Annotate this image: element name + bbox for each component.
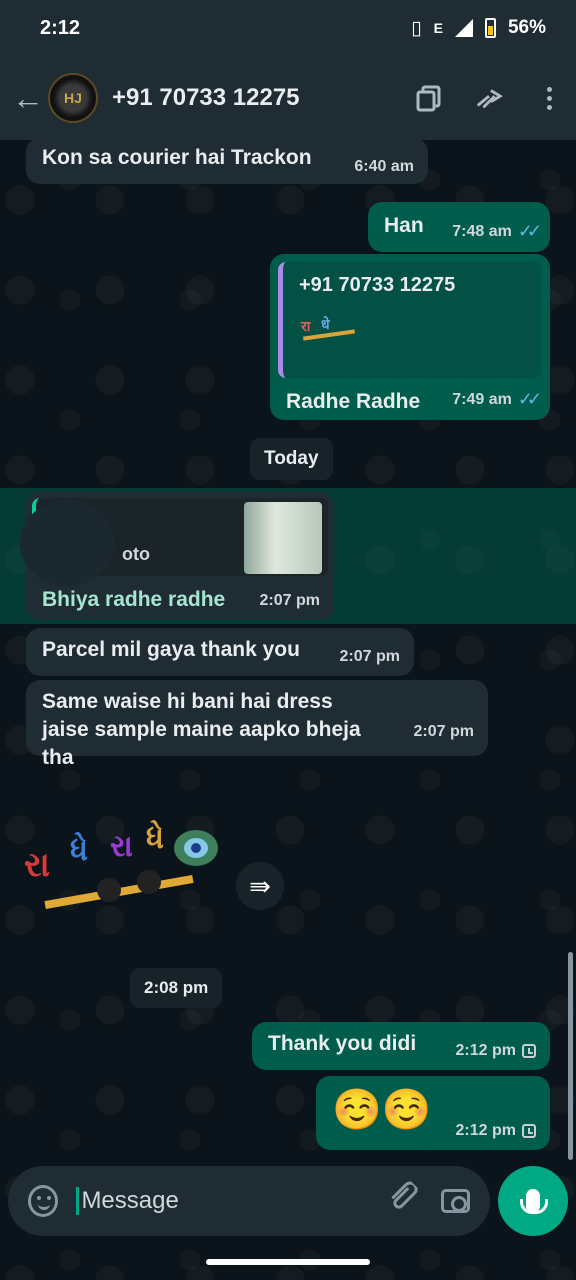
message-bubble-incoming[interactable]: Parcel mil gaya thank you 2:07 pm (26, 628, 414, 676)
camera-icon[interactable] (441, 1189, 470, 1213)
contact-card-bubble[interactable]: +91 70733 12275 रा धे Radhe Radhe 7:49 am… (270, 254, 550, 420)
message-bubble-outgoing[interactable]: ☺️☺️ 2:12 pm (316, 1076, 550, 1150)
message-text: Thank you didi (268, 1032, 417, 1055)
message-time: 7:48 am (452, 222, 512, 240)
svg-text:રા: રા (24, 845, 50, 885)
message-time: 2:12 pm (455, 1042, 516, 1059)
read-ticks-icon: ✓✓ (517, 389, 542, 409)
forward-sticker-button[interactable]: ⇛ (236, 862, 284, 910)
message-bubble-incoming[interactable]: Same waise hi bani hai dress jaise sampl… (26, 680, 488, 769)
contact-card-number: +91 70733 12275 (299, 274, 456, 296)
message-time: 2:07 pm (339, 648, 400, 665)
signal-icon (454, 19, 473, 37)
forward-icon[interactable] (474, 83, 504, 113)
message-text: Parcel mil gaya thank you (42, 638, 300, 661)
message-input[interactable] (76, 1187, 392, 1215)
emoji-icon[interactable] (28, 1185, 59, 1217)
battery-icon (484, 18, 496, 38)
message-text: Han (384, 214, 424, 237)
message-time: 2:07 pm (259, 592, 320, 609)
quoted-label: oto (122, 544, 150, 564)
message-emoji: ☺️☺️ (332, 1088, 432, 1132)
svg-text:धे: धे (321, 316, 331, 333)
voice-message-button[interactable] (498, 1166, 568, 1236)
svg-text:रा: रा (300, 319, 312, 335)
sticker[interactable]: રા ધે રા ધે (24, 808, 224, 928)
message-time: 2:07 pm (413, 723, 474, 740)
message-time: 7:49 am (452, 390, 512, 408)
message-bubble-outgoing[interactable]: Han 7:48 am ✓✓ (368, 202, 550, 252)
svg-text:ધે: ધે (146, 820, 164, 856)
copy-icon[interactable] (414, 83, 444, 113)
message-text: Kon sa courier hai Trackon (42, 146, 312, 169)
svg-text:રા: રા (110, 829, 133, 864)
contact-card[interactable]: +91 70733 12275 रा धे (278, 262, 542, 378)
back-arrow-icon[interactable]: ← (12, 80, 48, 117)
quoted-photo-thumbnail (244, 502, 322, 574)
status-bar: 2:12 ▯ E 56% (0, 0, 576, 56)
redaction-circle (20, 500, 114, 586)
message-bubble-incoming[interactable]: Kon sa courier hai Trackon 6:40 am (26, 138, 428, 184)
message-input-bar (8, 1166, 490, 1236)
pending-clock-icon (522, 1044, 536, 1058)
mic-icon (520, 1189, 548, 1214)
battery-level: 56% (507, 17, 546, 38)
scrollbar[interactable] (568, 952, 573, 1160)
vibrate-icon: ▯ (411, 17, 422, 39)
read-ticks-icon: ✓✓ (517, 221, 542, 241)
chat-header: ← HJ +91 70733 12275 (0, 56, 576, 140)
attach-icon[interactable] (380, 1179, 424, 1223)
svg-text:ધે: ધે (70, 832, 88, 868)
status-time: 2:12 (40, 16, 81, 39)
message-bubble-outgoing[interactable]: Thank you didi 2:12 pm (252, 1022, 550, 1070)
avatar-initials: HJ (64, 90, 82, 106)
message-time: 2:12 pm (455, 1122, 516, 1139)
gesture-nav-bar[interactable] (206, 1259, 370, 1265)
network-type: E (433, 20, 443, 36)
forward-icon: ⇛ (249, 870, 271, 901)
contact-card-thumbnail: रा धे (299, 313, 363, 341)
more-options-icon[interactable] (534, 83, 564, 113)
date-divider: Today (250, 438, 333, 480)
message-time: 6:40 am (354, 158, 414, 175)
avatar[interactable]: HJ (48, 73, 98, 123)
pending-clock-icon (522, 1124, 536, 1138)
contact-name[interactable]: +91 70733 12275 (112, 84, 414, 112)
sticker-time: 2:08 pm (130, 968, 223, 1008)
